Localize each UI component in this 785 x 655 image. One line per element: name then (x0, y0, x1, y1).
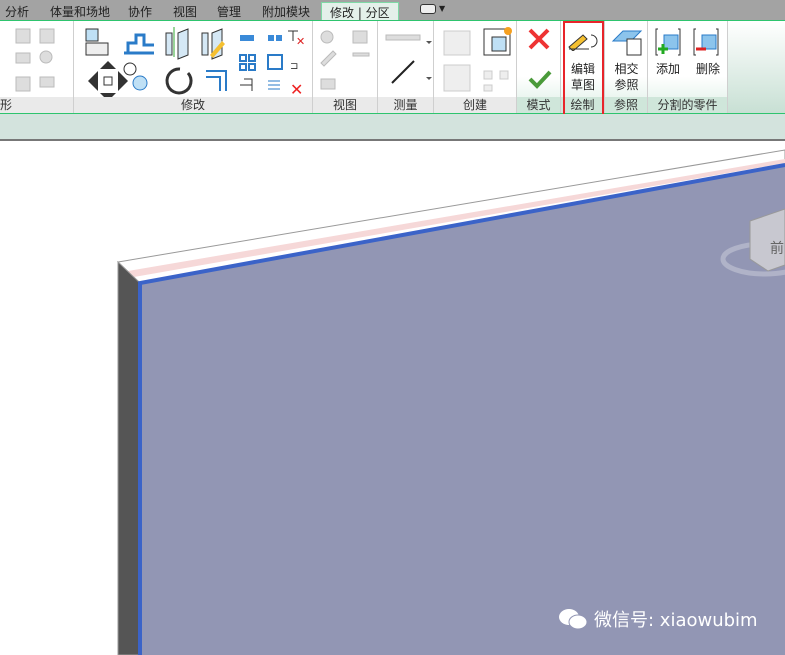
panel-create: 创建 (434, 21, 517, 113)
panel-measure: 测量 (378, 21, 434, 113)
ribbon-tabs: 分析 体量和场地 协作 视图 管理 附加模块 修改 | 分区 ▼ (0, 0, 785, 21)
svg-text:⊐: ⊐ (290, 61, 298, 72)
wall-side-face (117, 260, 141, 655)
panel-label: 模式 (517, 97, 560, 113)
tab-manage[interactable]: 管理 (217, 3, 241, 20)
add-label: 添加 (655, 62, 680, 76)
intersect-label-1: 相交 (614, 62, 639, 76)
watermark-text: 微信号: xiaowubim (594, 610, 758, 631)
tab-addins[interactable]: 附加模块 (262, 3, 310, 20)
viewcube-face-label: 前 (770, 240, 784, 257)
tab-massing-site[interactable]: 体量和场地 (50, 3, 110, 20)
svg-text:✕: ✕ (296, 35, 305, 48)
highlight-box (563, 21, 604, 116)
modify-tools-icon[interactable]: ✕ ⊐ ✕ (78, 25, 308, 97)
tab-analyze[interactable]: 分析 (5, 3, 29, 20)
intersect-reference-icon (611, 30, 643, 56)
panel-label: 修改 (74, 97, 312, 113)
panel-label: 形 (0, 97, 73, 113)
geometry-tools-icon[interactable] (8, 25, 68, 97)
3d-view-canvas[interactable]: 前 (0, 141, 785, 655)
panel-mode: 模式 (517, 21, 561, 113)
cancel-edit-mode-icon[interactable] (527, 27, 553, 93)
intersect-label-2: 参照 (614, 78, 639, 92)
finish-edit-mode-icon (528, 70, 552, 89)
ribbon-minimize-button[interactable] (420, 4, 436, 14)
panel-view: 视图 (313, 21, 378, 113)
panel-label: 参照 (605, 97, 647, 113)
tab-view[interactable]: 视图 (173, 3, 197, 20)
panel-label: 创建 (434, 97, 516, 113)
ribbon-background (728, 21, 785, 113)
add-part-icon (655, 28, 681, 56)
panel-geometry: 形 (0, 21, 74, 113)
wechat-icon (559, 609, 588, 630)
view-tools-icon[interactable] (317, 27, 375, 95)
remove-part-icon (693, 28, 719, 56)
chevron-down-icon[interactable]: ▼ (439, 4, 445, 13)
wall-front-face[interactable] (140, 165, 785, 655)
panel-label: 分割的零件 (648, 97, 727, 113)
remove-label: 删除 (695, 62, 720, 76)
panel-label: 视图 (313, 97, 377, 113)
panel-modify: ✕ ⊐ ✕ 修改 (74, 21, 313, 113)
panel-divided-parts: 添加 删除 分割的零件 (648, 21, 728, 113)
measure-tools-icon[interactable] (382, 27, 432, 95)
ribbon: 形 ✕ ⊐ ✕ 修改 视图 测量 创建 模式 编辑 草图 绘制 相交 参照 参照… (0, 20, 785, 114)
tab-modify-parts[interactable]: 修改 | 分区 (321, 2, 399, 21)
tab-collaborate[interactable]: 协作 (128, 3, 152, 20)
create-tools-icon[interactable] (438, 25, 514, 97)
watermark: 微信号: xiaowubim (558, 606, 758, 632)
options-bar (0, 114, 785, 141)
panel-reference: 相交 参照 参照 (605, 21, 648, 113)
svg-text:✕: ✕ (290, 80, 303, 97)
panel-label: 测量 (378, 97, 433, 113)
